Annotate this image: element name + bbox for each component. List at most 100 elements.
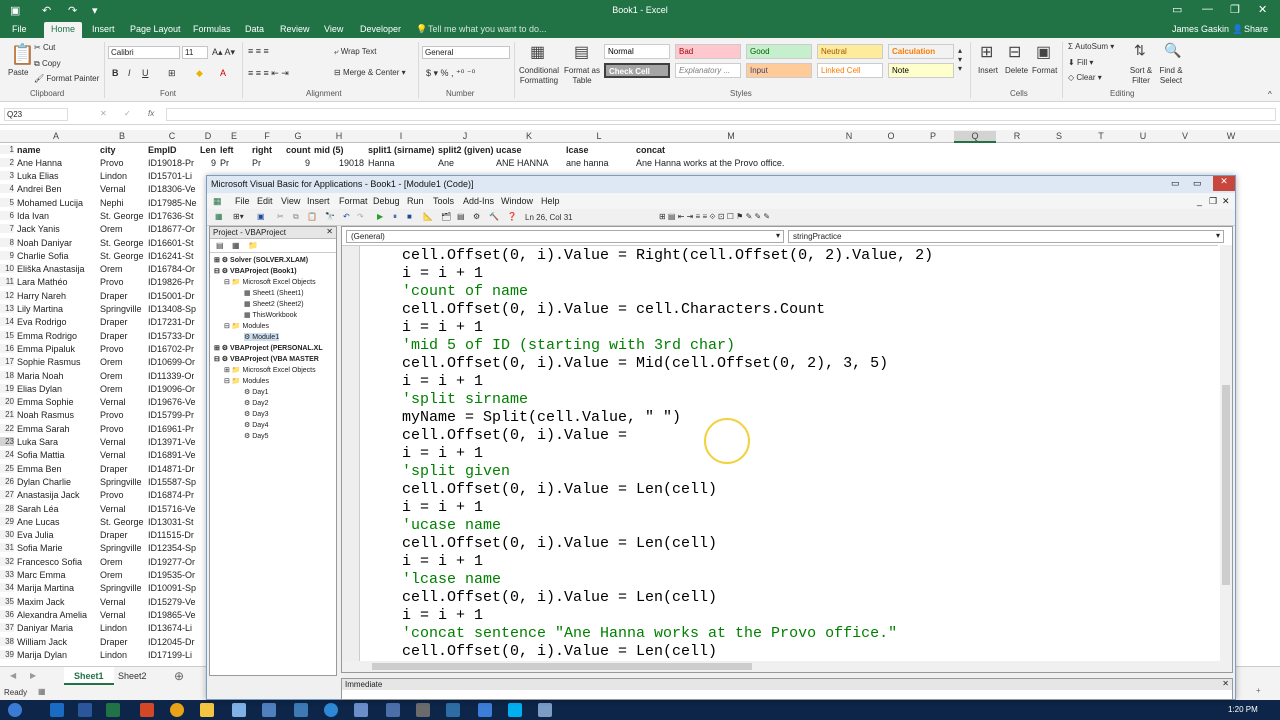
cell[interactable]: Pr — [220, 158, 229, 168]
cell[interactable]: ane hanna — [566, 158, 609, 168]
cell-header[interactable]: city — [100, 145, 116, 155]
add-sheet-icon[interactable]: ⊕ — [174, 669, 184, 683]
cell-header[interactable]: count — [286, 145, 311, 155]
row-header[interactable]: 20 — [0, 397, 14, 407]
borders-icon[interactable]: ⊞ — [168, 68, 176, 79]
start-icon[interactable] — [8, 703, 22, 717]
cell-city[interactable]: Vernal — [100, 504, 126, 514]
column-header[interactable]: D — [198, 131, 218, 141]
column-header[interactable]: G — [284, 131, 312, 141]
cell-header[interactable]: Len — [200, 145, 216, 155]
row-header[interactable]: 30 — [0, 530, 14, 540]
font-grow-icon[interactable]: A▴ A▾ — [212, 47, 235, 58]
tab-developer[interactable]: Developer — [360, 24, 401, 34]
horizontal-align-icon[interactable]: ≡ ≡ ≡ ⇤ ⇥ — [248, 68, 289, 79]
row-header[interactable]: 35 — [0, 596, 14, 606]
vba-icon[interactable] — [538, 703, 552, 717]
row-header[interactable]: 19 — [0, 383, 14, 393]
cell-city[interactable]: Draper — [100, 637, 128, 647]
view-code-icon[interactable]: ▤ — [216, 241, 224, 250]
insert-module-icon[interactable]: ⊞▾ — [233, 212, 244, 221]
cell-empid[interactable]: ID16891-Ve — [148, 450, 196, 460]
code-comment[interactable]: 'lcase name — [402, 571, 501, 588]
paste-button[interactable]: Paste — [8, 68, 28, 77]
style-normal[interactable]: Normal — [604, 44, 670, 59]
code-comment[interactable]: 'concat sentence "Ane Hanna works at the… — [402, 625, 897, 642]
cell-empid[interactable]: ID13031-St — [148, 517, 194, 527]
cell-name[interactable]: Emma Ben — [17, 464, 62, 474]
sheet-next-icon[interactable]: ▶ — [30, 671, 36, 680]
cell-empid[interactable]: ID15799-Pr — [148, 410, 194, 420]
minimize-icon[interactable]: — — [1202, 3, 1213, 15]
cell-name[interactable]: Dylan Charlie — [17, 477, 71, 487]
powerpoint-icon[interactable] — [140, 703, 154, 717]
code-line[interactable]: i = i + 1 — [402, 445, 483, 462]
edit-toolbar-icons[interactable]: ⊞ ▤ ⇤ ⇥ ≡ ≡ ⟐ ⊡ ☐ ⚑ ✎ ✎ ✎ — [659, 212, 770, 222]
conditional-formatting-button[interactable]: Conditional Formatting — [518, 66, 560, 86]
tab-data[interactable]: Data — [245, 24, 264, 34]
cell-empid[interactable]: ID17231-Dr — [148, 317, 195, 327]
cell-city[interactable]: Provo — [100, 424, 124, 434]
cell-city[interactable]: Springville — [100, 543, 142, 553]
cell-city[interactable]: Orem — [100, 384, 123, 394]
column-header[interactable]: E — [218, 131, 250, 141]
column-header[interactable]: T — [1080, 131, 1122, 141]
cell-empid[interactable]: ID18677-Or — [148, 224, 195, 234]
column-header[interactable]: K — [494, 131, 564, 141]
skype-icon[interactable] — [508, 703, 522, 717]
save-icon[interactable]: ▣ — [257, 212, 265, 221]
format-cells-icon[interactable]: ▣ — [1036, 42, 1051, 62]
vbe-close-icon[interactable]: ✕ — [1213, 176, 1235, 191]
run-icon[interactable]: ▶ — [377, 212, 383, 221]
row-header[interactable]: 18 — [0, 370, 14, 380]
menu-debug[interactable]: Debug — [373, 196, 400, 206]
cell-city[interactable]: Vernal — [100, 610, 126, 620]
row-header[interactable]: 10 — [0, 264, 14, 274]
enter-icon[interactable]: ✓ — [124, 109, 131, 118]
cell-name[interactable]: Emma Pipaluk — [17, 344, 75, 354]
cell-empid[interactable]: ID16601-St — [148, 238, 194, 248]
cell-empid[interactable]: ID12045-Dr — [148, 637, 195, 647]
taskbar-app-icon[interactable] — [478, 703, 492, 717]
cell-empid[interactable]: ID16702-Pr — [148, 344, 194, 354]
column-header[interactable]: Q — [954, 131, 996, 143]
clear-button[interactable]: ◇ Clear ▾ — [1068, 73, 1102, 82]
share-icon[interactable]: 👤 — [1232, 24, 1243, 35]
code-line[interactable]: i = i + 1 — [402, 499, 483, 516]
cell-name[interactable]: Harry Nareh — [17, 291, 66, 301]
code-margin[interactable] — [342, 246, 360, 661]
cell-header[interactable]: right — [252, 145, 272, 155]
sort-filter-button[interactable]: Sort & Filter — [1126, 66, 1156, 86]
menu-tools[interactable]: Tools — [433, 196, 454, 206]
format-painter-button[interactable]: 🖌 Format Painter — [34, 74, 99, 83]
menu-window[interactable]: Window — [501, 196, 533, 206]
row-header[interactable]: 38 — [0, 636, 14, 646]
row-header[interactable]: 8 — [0, 237, 14, 247]
ribbon-display-icon[interactable]: ▭ — [1172, 3, 1182, 16]
cell-empid[interactable]: ID12354-Sp — [148, 543, 196, 553]
cell-name[interactable]: Luka Elias — [17, 171, 59, 181]
cell-city[interactable]: Draper — [100, 530, 128, 540]
scroll-thumb[interactable] — [1222, 385, 1230, 585]
scroll-thumb[interactable] — [372, 663, 752, 670]
cell-header[interactable]: mid (5) — [314, 145, 344, 155]
cell-city[interactable]: Draper — [100, 317, 128, 327]
row-header[interactable]: 25 — [0, 463, 14, 473]
code-line[interactable]: cell.Offset(0, i).Value = cell.Character… — [402, 301, 825, 318]
tree-item[interactable]: ⚙ Day4 — [244, 421, 269, 429]
paste-icon[interactable]: 📋 — [307, 212, 317, 221]
format-as-table-button[interactable]: Format as Table — [563, 66, 601, 86]
redo-icon[interactable]: ↷ — [357, 212, 364, 221]
code-comment[interactable]: 'ucase name — [402, 517, 501, 534]
tree-item[interactable]: ⚙ Day1 — [244, 388, 269, 396]
taskbar-app-icon[interactable] — [232, 703, 246, 717]
tab-review[interactable]: Review — [280, 24, 310, 34]
cell-header[interactable]: left — [220, 145, 234, 155]
cell-empid[interactable]: ID16241-St — [148, 251, 194, 261]
tree-item[interactable]: ⚙ Day2 — [244, 399, 269, 407]
row-header[interactable]: 39 — [0, 649, 14, 659]
cell-empid[interactable]: ID16874-Pr — [148, 490, 194, 500]
taskbar-app-icon[interactable] — [324, 703, 338, 717]
cell-empid[interactable]: ID19676-Ve — [148, 397, 196, 407]
cell-empid[interactable]: ID19535-Or — [148, 570, 195, 580]
